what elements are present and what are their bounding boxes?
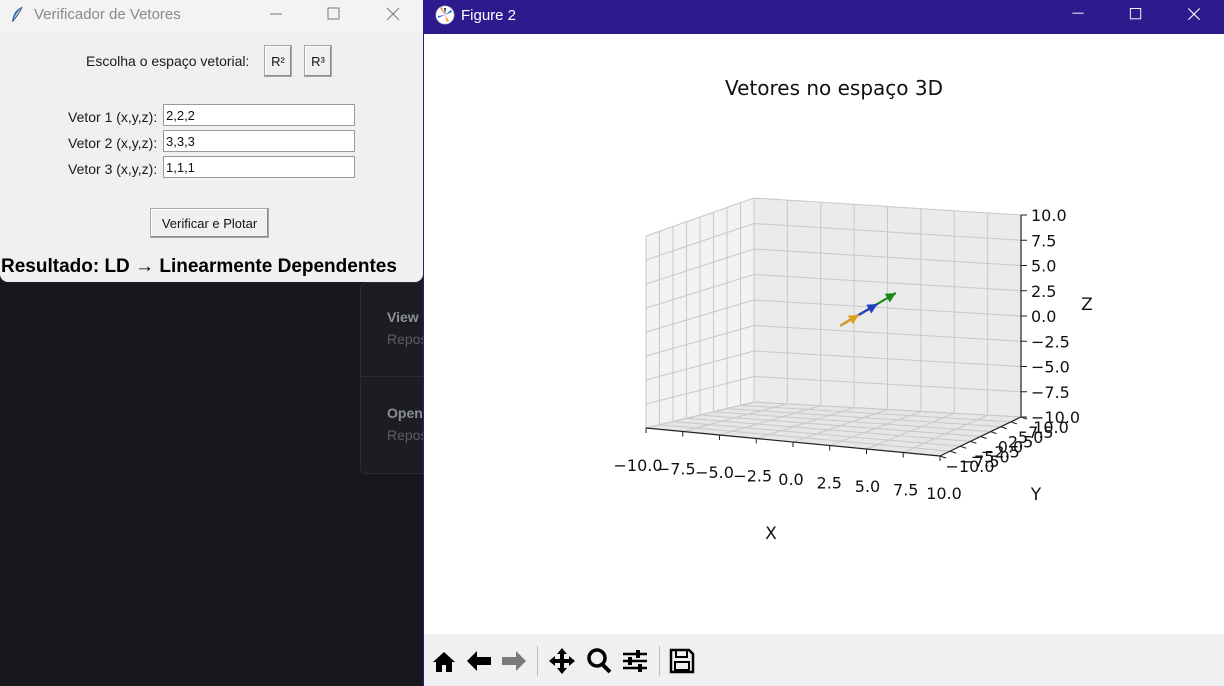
minimize-button[interactable] [247, 0, 305, 32]
x-tick-label: 10.0 [926, 484, 962, 503]
figure-close-button[interactable] [1165, 0, 1223, 32]
zoom-icon[interactable] [584, 646, 614, 676]
y-tick-mark [1000, 426, 1007, 430]
window-body: Escolha o espaço vetorial: R² R³ Vetor 1… [0, 33, 423, 282]
y-axis-label: Y [1030, 485, 1042, 505]
background-item-title[interactable]: Open [387, 405, 423, 421]
y-tick-mark [1010, 421, 1018, 425]
z-tick-label: −10.0 [1031, 408, 1080, 427]
plot-3d[interactable]: Vetores no espaço 3D −10.0−7.5 −5.0 −2.5 0.… [424, 34, 1224, 634]
vector-3-label: Vetor 3 (x,y,z): [68, 161, 158, 177]
matplotlib-logo-icon [435, 5, 455, 25]
toolbar-separator [659, 646, 660, 676]
background-item-subtitle: Repos [387, 331, 428, 347]
y-tick-mark [960, 445, 967, 449]
x-axis-label: X [765, 524, 777, 544]
z-tick-label: 10.0 [1031, 206, 1067, 225]
r3-button[interactable]: R³ [304, 45, 332, 77]
z-tick-label: −2.5 [1031, 332, 1070, 351]
configure-subplots-icon[interactable] [620, 646, 650, 676]
vector-1-label: Vetor 1 (x,y,z): [68, 109, 158, 125]
x-tick-label: 0.0 [778, 470, 803, 489]
z-tick-label: −5.0 [1031, 358, 1070, 377]
save-icon[interactable] [667, 646, 697, 676]
vector-checker-window: Verificador de Vetores Escolha o espaço … [0, 0, 423, 282]
z-tick-label: 7.5 [1031, 231, 1056, 250]
y-tick-mark [980, 436, 987, 439]
figure-maximize-button[interactable] [1107, 0, 1165, 32]
maximize-button[interactable] [305, 0, 363, 32]
x-tick-label: 5.0 [855, 477, 880, 496]
figure-title: Figure 2 [461, 7, 517, 24]
background-item-title[interactable]: View [387, 309, 419, 325]
feather-icon [12, 6, 23, 22]
x-tick-label: −7.5 [657, 460, 696, 479]
result-text: Resultado: LD → Linearmente Dependentes [1, 256, 397, 277]
z-axis-label: Z [1081, 295, 1093, 315]
forward-arrow-icon[interactable] [499, 646, 529, 676]
vector-1-input[interactable] [163, 104, 355, 126]
vector-2-label: Vetor 2 (x,y,z): [68, 135, 158, 151]
figure-titlebar[interactable]: Figure 2 [424, 0, 1224, 34]
r2-button[interactable]: R² [264, 45, 292, 77]
window-title: Verificador de Vetores [34, 6, 181, 23]
close-button[interactable] [364, 0, 422, 32]
z-tick-label: 5.0 [1031, 257, 1056, 276]
figure-minimize-button[interactable] [1049, 0, 1107, 32]
pan-icon[interactable] [547, 646, 577, 676]
navigation-toolbar [424, 634, 1224, 686]
window-titlebar[interactable]: Verificador de Vetores [0, 0, 423, 32]
vector-space-label: Escolha o espaço vetorial: [86, 53, 250, 69]
x-tick-label: −2.5 [733, 467, 772, 486]
back-arrow-icon[interactable] [464, 646, 494, 676]
toolbar-separator [537, 646, 538, 676]
x-tick-label: −5.0 [695, 463, 734, 482]
background-item-subtitle: Repos [387, 427, 428, 443]
z-tick-label: 0.0 [1031, 307, 1056, 326]
y-tick-mark [949, 450, 957, 454]
y-tick-mark [970, 440, 977, 444]
vector-2-input[interactable] [163, 130, 355, 152]
chart-title: Vetores no espaço 3D [725, 76, 943, 100]
figure-window: Figure 2 Vetores no espaço 3D −10.0 −7.5−… [423, 0, 1224, 686]
figure-canvas[interactable]: Vetores no espaço 3D −10.0 −7.5 −5.0 −2.5 0.… [424, 34, 1224, 634]
vector-3-input[interactable] [163, 156, 355, 178]
y-tick-mark [990, 431, 997, 435]
x-tick-label: 7.5 [893, 481, 918, 500]
x-tick-label: 2.5 [817, 474, 842, 493]
verify-and-plot-button[interactable]: Verificar e Plotar [150, 208, 269, 238]
home-icon[interactable] [429, 646, 459, 676]
x-tick-label: −10.0 [613, 456, 662, 475]
z-tick-label: −7.5 [1031, 383, 1070, 402]
background-divider [361, 376, 431, 377]
z-tick-label: 2.5 [1031, 282, 1056, 301]
